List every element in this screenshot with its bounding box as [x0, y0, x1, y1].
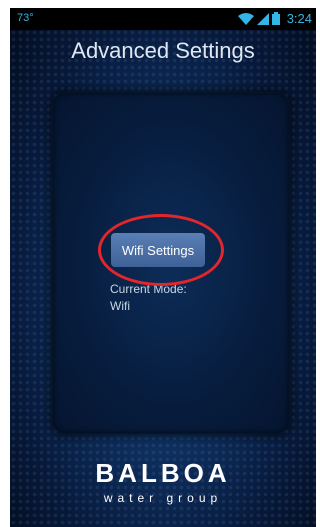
current-mode-value: Wifi	[110, 299, 130, 313]
highlight-ring	[98, 214, 224, 286]
status-temperature: 73°	[17, 12, 34, 24]
balboa-logo: BALBOA water group	[10, 458, 316, 505]
status-bar: 73° 3:24	[10, 8, 316, 30]
wifi-icon	[238, 12, 254, 25]
logo-subtitle: water group	[103, 491, 223, 505]
battery-icon	[272, 12, 280, 25]
page-title: Advanced Settings	[71, 38, 255, 63]
status-time: 3:24	[286, 11, 312, 26]
logo-brand: BALBOA	[95, 458, 231, 488]
signal-icon	[257, 12, 269, 25]
status-icons	[238, 12, 280, 25]
